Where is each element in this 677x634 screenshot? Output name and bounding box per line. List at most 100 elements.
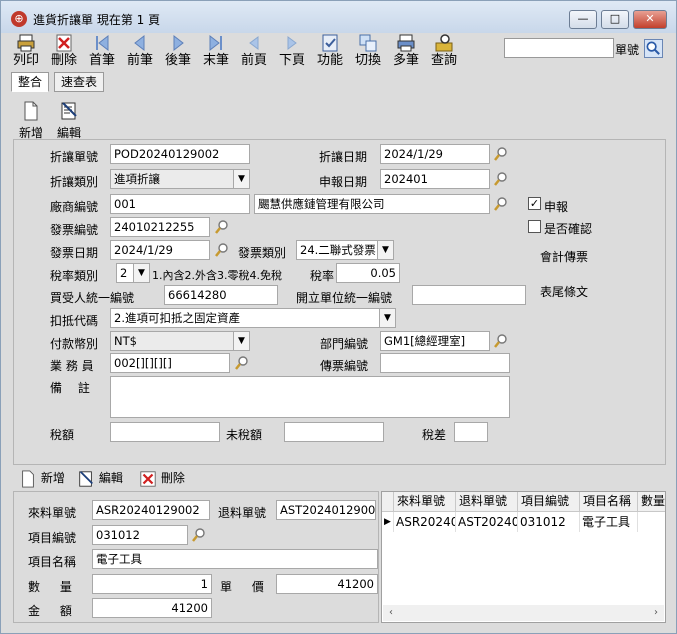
date-lookup-icon[interactable] <box>493 146 509 162</box>
grid-cell[interactable]: ASR202401 <box>394 512 456 532</box>
detail-add-label: 新增 <box>40 471 65 485</box>
qty-label: 數 量 <box>28 580 80 594</box>
header-add-button[interactable]: 新增 <box>14 101 48 141</box>
tax-type-label: 稅率類別 <box>50 269 99 283</box>
invoice-date-field[interactable]: 2024/1/29 <box>110 240 210 260</box>
grid-col-item-name[interactable]: 項目名稱 <box>580 492 638 512</box>
grid-cell[interactable]: AST202401 <box>456 512 518 532</box>
declare-checkbox[interactable]: ✓ <box>528 197 541 210</box>
vendor-lookup-icon[interactable] <box>493 196 509 212</box>
delete-button[interactable]: 刪除 <box>47 31 81 73</box>
accounting-voucher-label[interactable]: 會計傳票 <box>540 248 588 265</box>
qty-field[interactable]: 1 <box>92 574 212 594</box>
detail-add-button[interactable]: 新增 <box>19 469 65 488</box>
issuer-id-field[interactable] <box>412 285 526 305</box>
deduct-code-label: 扣抵代碼 <box>50 314 99 328</box>
invoice-type-select[interactable]: 24.二聯式發票 ▼ <box>296 240 394 260</box>
prev-page-button[interactable]: 前頁 <box>237 31 271 73</box>
deduct-code-select[interactable]: 2.進項可扣抵之固定資產 ▼ <box>110 308 396 328</box>
prev-page-label: 前頁 <box>240 53 267 68</box>
query-button[interactable]: 查詢 <box>427 31 461 73</box>
scroll-right-icon[interactable]: › <box>648 605 664 621</box>
grid-col-src-no[interactable]: 來料單號 <box>394 492 456 512</box>
tax-rate-field[interactable]: 0.05 <box>336 263 400 283</box>
function-button[interactable]: 功能 <box>313 31 347 73</box>
prev-record-label: 前筆 <box>126 53 153 68</box>
invoice-date-lookup-icon[interactable] <box>214 242 230 258</box>
invoice-lookup-icon[interactable] <box>214 219 230 235</box>
remark-field[interactable] <box>110 376 510 418</box>
switch-button[interactable]: 切換 <box>351 31 385 73</box>
sales-label: 業 務 員 <box>50 359 94 373</box>
buyer-id-label: 買受人統一編號 <box>50 291 135 305</box>
price-field[interactable]: 41200 <box>276 574 378 594</box>
return-no-field[interactable]: AST20240129001 <box>276 500 376 520</box>
dept-field[interactable]: GM1[總經理室] <box>380 331 490 351</box>
title-bar[interactable]: ⊕ 進貨折讓單 現在第 1 頁 — □ ✕ <box>1 1 676 33</box>
return-no-label: 退料單號 <box>218 506 267 520</box>
detail-edit-button[interactable]: 編輯 <box>77 469 123 488</box>
grid-col-return-no[interactable]: 退料單號 <box>456 492 518 512</box>
sales-lookup-icon[interactable] <box>234 355 250 371</box>
header-edit-button[interactable]: 編輯 <box>52 101 86 141</box>
vendor-name-field[interactable]: 颺慧供應鏈管理有限公司 <box>254 194 490 214</box>
first-record-button[interactable]: 首筆 <box>85 31 119 73</box>
confirm-checkbox[interactable] <box>528 220 541 233</box>
date-field[interactable]: 2024/1/29 <box>380 144 490 164</box>
report-date-label: 申報日期 <box>319 175 368 189</box>
item-no-field[interactable]: 031012 <box>92 525 188 545</box>
detail-delete-button[interactable]: 刪除 <box>139 469 185 488</box>
next-record-button[interactable]: 後筆 <box>161 31 195 73</box>
amount-field[interactable]: 41200 <box>92 598 212 618</box>
window-title: 進貨折讓單 現在第 1 頁 <box>33 13 161 27</box>
tax-field[interactable] <box>110 422 220 442</box>
minimize-button[interactable]: — <box>569 10 597 29</box>
invoice-type-label: 發票類別 <box>238 246 287 260</box>
dept-label: 部門編號 <box>320 337 369 351</box>
function-icon <box>322 34 338 52</box>
search-button[interactable] <box>644 39 663 58</box>
horizontal-scrollbar[interactable]: ‹ › <box>383 605 664 621</box>
footer-clause-label[interactable]: 表尾條文 <box>540 283 588 300</box>
pretax-field[interactable] <box>284 422 384 442</box>
invoice-no-field[interactable]: 24010212255 <box>110 217 210 237</box>
maximize-button[interactable]: □ <box>601 10 629 29</box>
scroll-left-icon[interactable]: ‹ <box>383 605 399 621</box>
grid-col-qty[interactable]: 數量 <box>638 492 665 512</box>
doc-no-field[interactable]: POD20240129002 <box>110 144 250 164</box>
type-value: 進項折讓 <box>114 172 160 186</box>
print-button[interactable]: 列印 <box>9 31 43 73</box>
item-name-label: 項目名稱 <box>28 555 77 569</box>
tab-quick-lookup[interactable]: 速查表 <box>54 72 104 92</box>
grid-cell[interactable]: 031012 <box>518 512 580 532</box>
grid-cell[interactable]: 電子工具 <box>580 512 638 532</box>
buyer-id-field[interactable]: 66614280 <box>164 285 278 305</box>
item-lookup-icon[interactable] <box>191 527 207 543</box>
currency-select[interactable]: NT$ ▼ <box>110 331 250 351</box>
detail-grid[interactable]: 來料單號 退料單號 項目編號 項目名稱 數量 ▶ ASR202401 AST20… <box>381 491 666 623</box>
printer-icon <box>17 34 35 52</box>
close-button[interactable]: ✕ <box>633 10 667 29</box>
switch-label: 切換 <box>354 53 381 68</box>
report-date-lookup-icon[interactable] <box>493 171 509 187</box>
prev-record-button[interactable]: 前筆 <box>123 31 157 73</box>
src-no-field[interactable]: ASR20240129002 <box>92 500 210 520</box>
vendor-no-field[interactable]: 001 <box>110 194 250 214</box>
grid-cell[interactable] <box>638 512 665 532</box>
tax-type-select[interactable]: 2 ▼ <box>116 263 150 283</box>
next-page-button[interactable]: 下頁 <box>275 31 309 73</box>
type-select[interactable]: 進項折讓 ▼ <box>110 169 250 189</box>
sales-field[interactable]: 002[][][][] <box>110 353 230 373</box>
last-record-button[interactable]: 末筆 <box>199 31 233 73</box>
item-name-field[interactable]: 電子工具 <box>92 549 378 569</box>
tax-diff-field[interactable] <box>454 422 488 442</box>
remark-label: 備 註 <box>50 381 96 395</box>
dept-lookup-icon[interactable] <box>493 333 509 349</box>
doc-number-search-input[interactable] <box>504 38 614 58</box>
multi-record-button[interactable]: 多筆 <box>389 31 423 73</box>
grid-col-item-no[interactable]: 項目編號 <box>518 492 580 512</box>
report-date-field[interactable]: 202401 <box>380 169 490 189</box>
tab-integrated[interactable]: 整合 <box>11 72 49 92</box>
next-record-label: 後筆 <box>164 53 191 68</box>
voucher-field[interactable] <box>380 353 510 373</box>
